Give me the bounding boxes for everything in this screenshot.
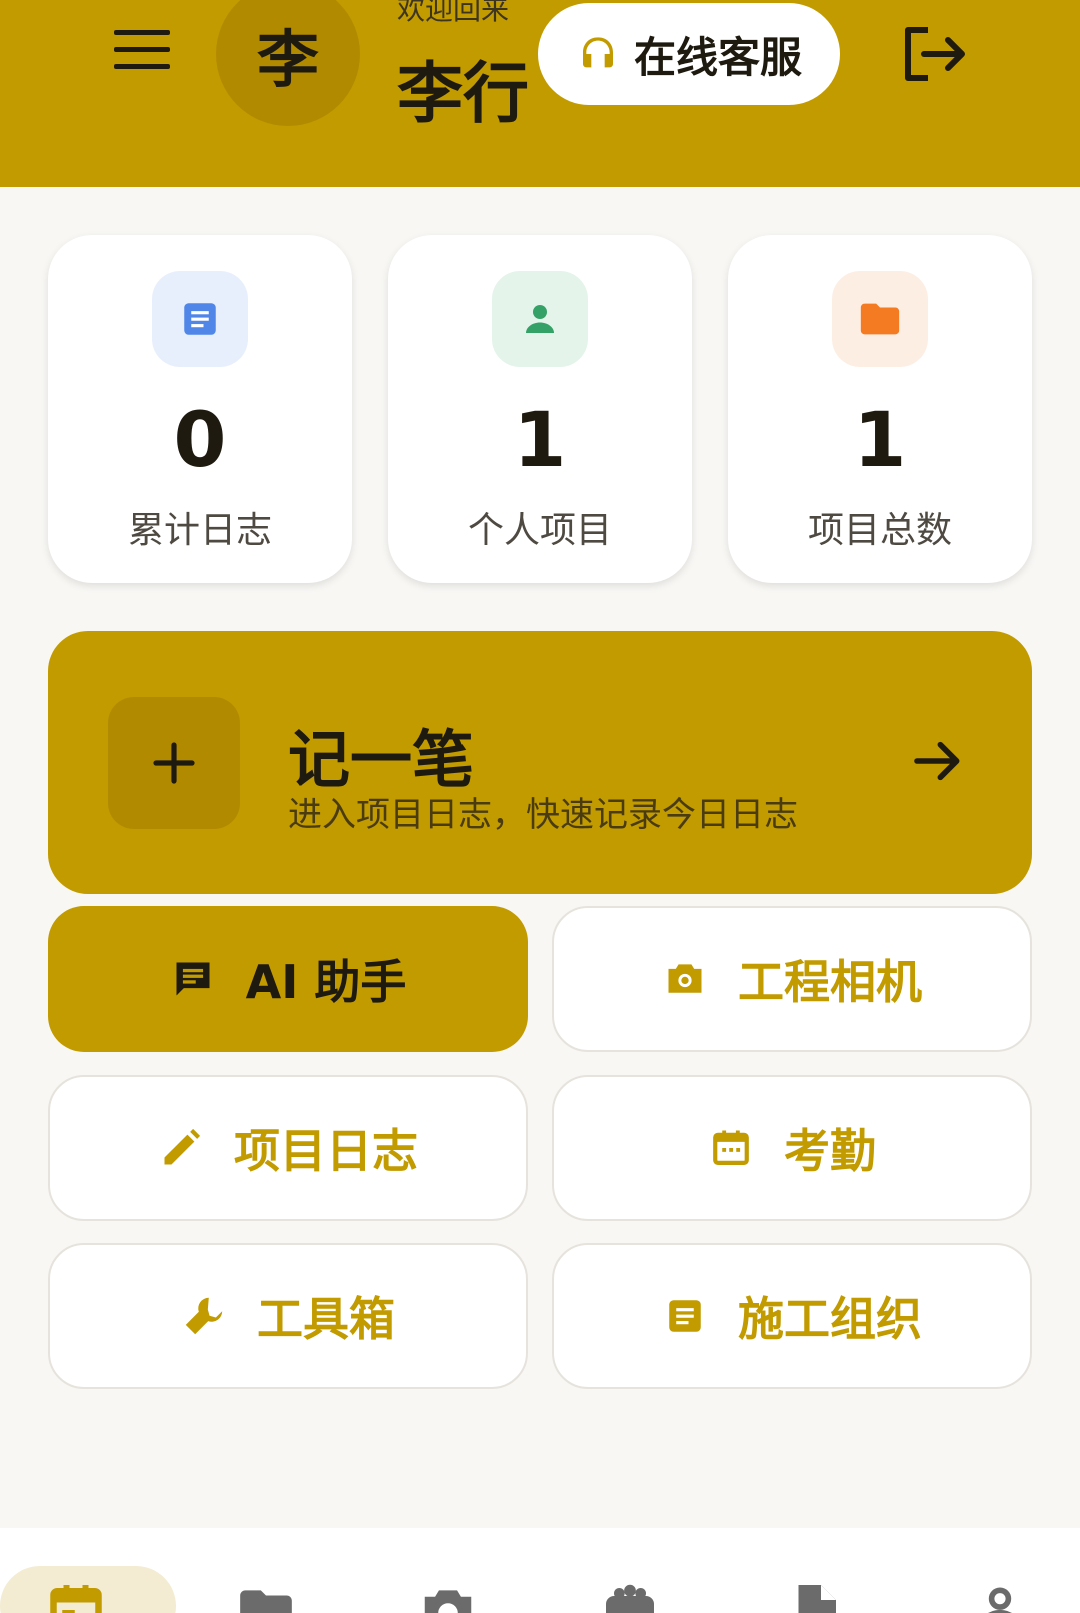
stat-label: 累计日志 — [127, 510, 272, 551]
nav-item-camera[interactable] — [368, 1528, 528, 1613]
toolbox-label: 工具箱 — [257, 1292, 395, 1346]
calendar-icon — [50, 1585, 102, 1613]
document-icon — [662, 1293, 708, 1339]
stat-label: 个人项目 — [467, 510, 612, 551]
nav-item-ai[interactable] — [550, 1528, 710, 1613]
menu-line — [114, 30, 170, 35]
ai-assistant-button[interactable]: AI 助手 — [48, 906, 528, 1052]
welcome-text: 欢迎回来 — [397, 0, 510, 26]
logout-button[interactable] — [900, 24, 968, 84]
arrow-right-icon — [914, 741, 960, 781]
calendar-icon — [708, 1125, 754, 1171]
banner-subtitle: 进入项目日志，快速记录今日日志 — [288, 795, 798, 835]
file-icon — [798, 1585, 836, 1613]
robot-icon — [606, 1584, 654, 1613]
avatar[interactable]: 李 — [216, 0, 360, 126]
nav-item-documents[interactable] — [736, 1528, 896, 1613]
pencil-icon — [158, 1125, 204, 1171]
nav-item-profile[interactable] — [920, 1528, 1080, 1613]
project-log-button[interactable]: 项目日志 — [48, 1075, 528, 1221]
attendance-label: 考勤 — [784, 1124, 876, 1178]
bottom-nav — [0, 1528, 1080, 1613]
banner-title: 记一笔 — [288, 723, 475, 796]
chat-icon — [170, 956, 216, 1002]
headset-icon — [583, 37, 613, 68]
menu-icon[interactable] — [114, 30, 170, 76]
stat-value: 1 — [513, 395, 567, 484]
construction-org-label: 施工组织 — [738, 1292, 922, 1346]
stat-card-total-logs[interactable]: 0 累计日志 — [48, 235, 352, 583]
nav-item-projects[interactable] — [186, 1528, 346, 1613]
person-icon — [988, 1587, 1012, 1613]
plus-icon — [108, 697, 240, 829]
folder-icon — [240, 1590, 292, 1613]
stat-value: 0 — [173, 395, 227, 484]
person-icon — [492, 271, 588, 367]
menu-line — [114, 64, 170, 69]
camera-icon — [424, 1590, 472, 1613]
stat-card-personal-projects[interactable]: 1 个人项目 — [388, 235, 692, 583]
project-log-label: 项目日志 — [234, 1124, 418, 1178]
username: 李行 — [397, 55, 529, 132]
wrench-icon — [181, 1293, 227, 1339]
stat-value: 1 — [853, 395, 907, 484]
nav-item-calendar[interactable] — [0, 1528, 176, 1613]
quick-note-banner[interactable]: 记一笔 进入项目日志，快速记录今日日志 — [48, 631, 1032, 894]
document-icon — [152, 271, 248, 367]
stat-card-total-projects[interactable]: 1 项目总数 — [728, 235, 1032, 583]
engineering-camera-button[interactable]: 工程相机 — [552, 906, 1032, 1052]
camera-icon — [662, 956, 708, 1002]
menu-line — [114, 47, 170, 52]
construction-org-button[interactable]: 施工组织 — [552, 1243, 1032, 1389]
header: 李 欢迎回来 李行 在线客服 — [0, 0, 1080, 187]
online-service-button[interactable]: 在线客服 — [538, 3, 840, 105]
engineering-camera-label: 工程相机 — [738, 955, 922, 1009]
folder-icon — [832, 271, 928, 367]
attendance-button[interactable]: 考勤 — [552, 1075, 1032, 1221]
logout-icon — [905, 27, 965, 81]
online-service-label: 在线客服 — [634, 32, 803, 82]
stat-label: 项目总数 — [807, 510, 952, 551]
toolbox-button[interactable]: 工具箱 — [48, 1243, 528, 1389]
ai-assistant-label: AI 助手 — [245, 955, 407, 1009]
